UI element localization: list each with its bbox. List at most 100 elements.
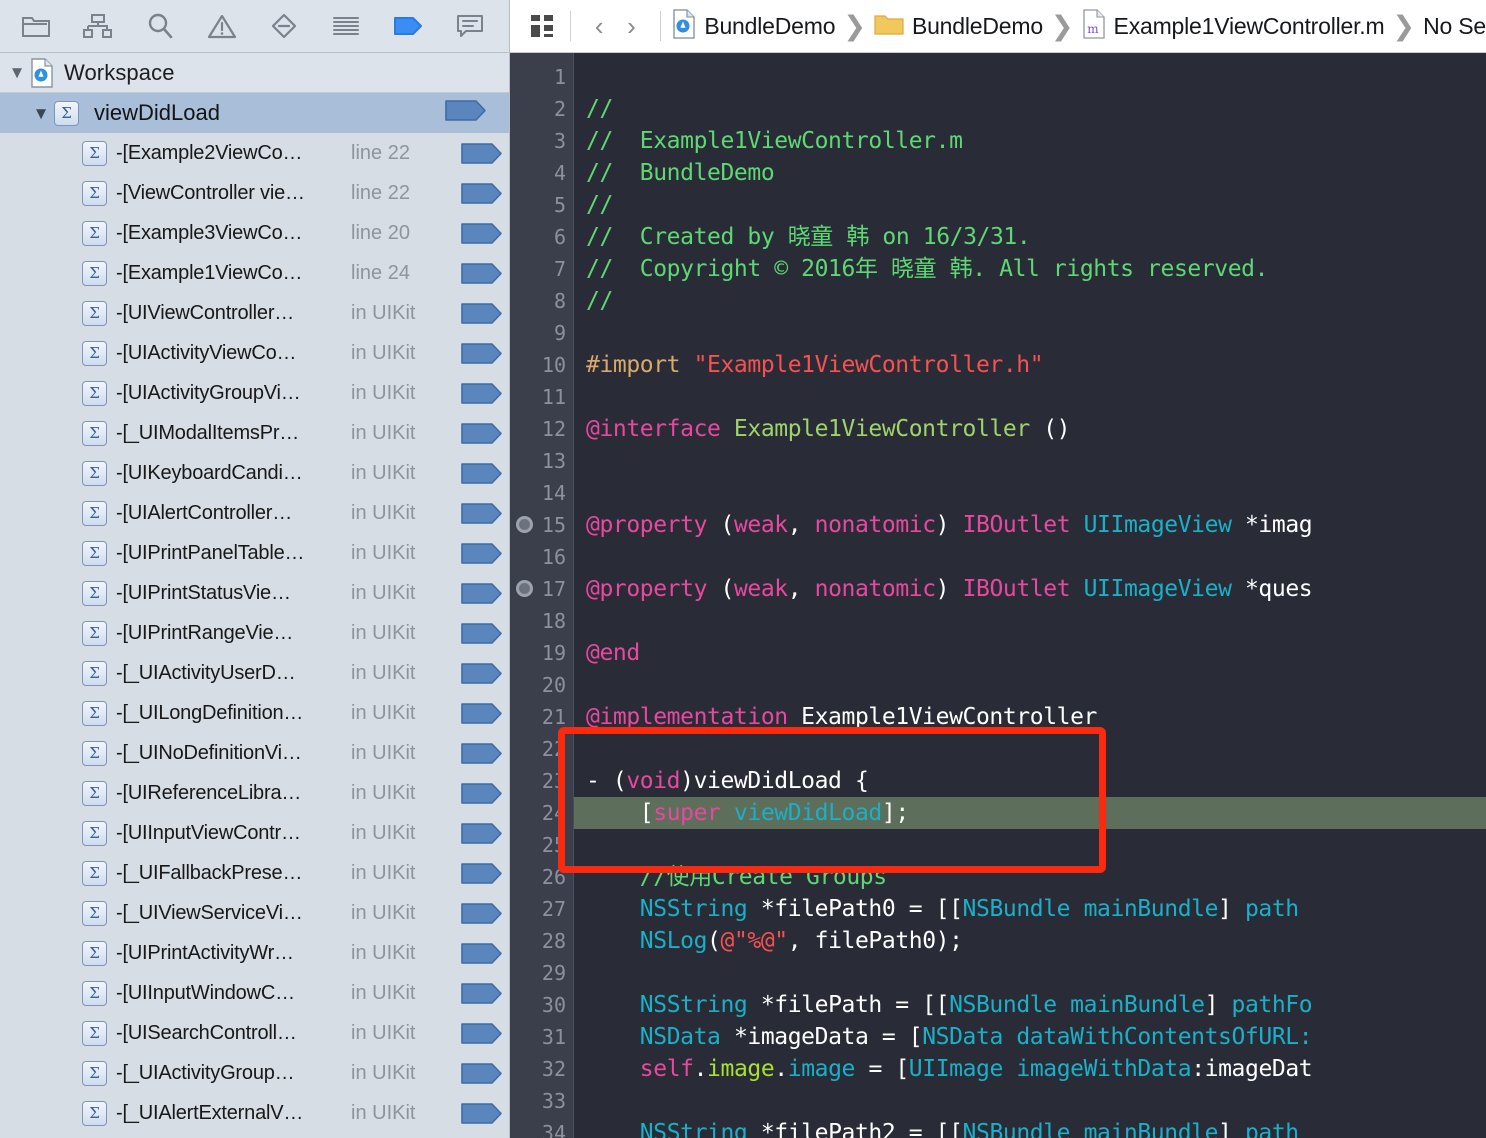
line-number[interactable]: 6 bbox=[510, 221, 574, 253]
line-number[interactable]: 9 bbox=[510, 317, 574, 349]
code-line[interactable]: // Example1ViewController.m bbox=[574, 125, 1486, 157]
workspace-disclosure-triangle[interactable]: ▼ bbox=[4, 64, 30, 81]
stack-frame-row[interactable]: Σ -[Example1ViewCo… line 24 bbox=[0, 253, 509, 293]
related-files-icon[interactable] bbox=[526, 6, 558, 46]
breakpoint-icon[interactable] bbox=[516, 580, 533, 597]
line-number[interactable]: 25 bbox=[510, 829, 574, 861]
thread-row-selected[interactable]: ▼ Σ viewDidLoad bbox=[0, 93, 509, 133]
breakpoint-icon[interactable] bbox=[516, 516, 533, 533]
code-line[interactable]: NSString *filePath0 = [[NSBundle mainBun… bbox=[574, 893, 1486, 925]
stack-frame-row[interactable]: Σ -[ViewController vie… line 22 bbox=[0, 173, 509, 213]
code-line[interactable] bbox=[574, 381, 1486, 413]
back-button[interactable]: ‹ bbox=[583, 6, 615, 46]
code-line[interactable]: @property (weak, nonatomic) IBOutlet UII… bbox=[574, 573, 1486, 605]
forward-button[interactable]: › bbox=[615, 6, 647, 46]
stack-frame-row[interactable]: Σ -[UIReferenceLibra… in UIKit bbox=[0, 773, 509, 813]
debug-navigator-list[interactable]: ▼ Workspace ▼ Σ viewDidLoad Σ -[Example2V… bbox=[0, 53, 509, 1138]
minus-diamond-icon[interactable] bbox=[266, 9, 302, 43]
report-icon[interactable] bbox=[452, 9, 488, 43]
line-number[interactable]: 1 bbox=[510, 61, 574, 93]
stack-frame-row[interactable]: Σ -[_UINoDefinitionVi… in UIKit bbox=[0, 733, 509, 773]
folder-icon[interactable] bbox=[18, 9, 54, 43]
stack-frame-row[interactable]: Σ -[UIInputWindowC… in UIKit bbox=[0, 973, 509, 1013]
line-number[interactable]: 28 bbox=[510, 925, 574, 957]
line-number[interactable]: 19 bbox=[510, 637, 574, 669]
line-number[interactable]: 11 bbox=[510, 381, 574, 413]
stack-frame-row[interactable]: Σ -[UIPrintStatusVie… in UIKit bbox=[0, 573, 509, 613]
line-number[interactable]: 4 bbox=[510, 157, 574, 189]
source-editor[interactable]: 1 2 3 4 5 6 7 8 9 10 11 12 13 14 15 16 17 18 19 20 21 22 23 24 2… bbox=[510, 53, 1486, 1138]
line-number[interactable]: 31 bbox=[510, 1021, 574, 1053]
breakpoint-icon[interactable] bbox=[390, 9, 426, 43]
hierarchy-icon[interactable] bbox=[80, 9, 116, 43]
stack-frame-row[interactable]: Σ -[Example3ViewCo… line 20 bbox=[0, 213, 509, 253]
code-line[interactable]: NSData *imageData = [NSData dataWithCont… bbox=[574, 1021, 1486, 1053]
breadcrumb[interactable]: ‹ › BundleDemo ❯ BundleDemo ❯ m Example1… bbox=[510, 0, 1486, 53]
code-line[interactable] bbox=[574, 1085, 1486, 1117]
stack-frame-row[interactable]: Σ -[_UIModalItemsPr… in UIKit bbox=[0, 413, 509, 453]
stack-frame-row[interactable]: Σ -[UIViewController… in UIKit bbox=[0, 293, 509, 333]
breadcrumb-item-group[interactable]: BundleDemo bbox=[874, 12, 1043, 41]
line-number[interactable]: 5 bbox=[510, 189, 574, 221]
code-line[interactable]: @implementation Example1ViewController bbox=[574, 701, 1486, 733]
code-line[interactable] bbox=[574, 477, 1486, 509]
debug-list-icon[interactable] bbox=[328, 9, 364, 43]
code-line[interactable]: // bbox=[574, 285, 1486, 317]
line-number[interactable]: 21 bbox=[510, 701, 574, 733]
code-line[interactable]: NSString *filePath2 = [[NSBundle mainBun… bbox=[574, 1117, 1486, 1138]
code-line[interactable]: // Created by 晓童 韩 on 16/3/31. bbox=[574, 221, 1486, 253]
code-line[interactable]: // Copyright © 2016年 晓童 韩. All rights re… bbox=[574, 253, 1486, 285]
line-number[interactable]: 8 bbox=[510, 285, 574, 317]
line-number-gutter[interactable]: 1 2 3 4 5 6 7 8 9 10 11 12 13 14 15 16 17 18 19 20 21 22 23 24 2… bbox=[510, 53, 574, 1138]
code-line[interactable] bbox=[574, 829, 1486, 861]
code-text[interactable]: // // Example1ViewController.m // BundleDe… bbox=[574, 53, 1486, 1138]
line-number[interactable]: 34 bbox=[510, 1117, 574, 1138]
line-number[interactable]: 16 bbox=[510, 541, 574, 573]
code-line[interactable]: [super viewDidLoad]; bbox=[574, 797, 1486, 829]
line-number[interactable]: 27 bbox=[510, 893, 574, 925]
stack-frame-list[interactable]: Σ -[Example2ViewCo… line 22 Σ -[ViewControll… bbox=[0, 133, 509, 1133]
line-number[interactable]: 12 bbox=[510, 413, 574, 445]
stack-frame-row[interactable]: Σ -[UIPrintPanelTable… in UIKit bbox=[0, 533, 509, 573]
stack-frame-row[interactable]: Σ -[UIInputViewContr… in UIKit bbox=[0, 813, 509, 853]
code-line[interactable]: NSLog(@"%@", filePath0); bbox=[574, 925, 1486, 957]
warning-icon[interactable] bbox=[204, 9, 240, 43]
line-number[interactable]: 13 bbox=[510, 445, 574, 477]
code-line[interactable]: self.image.image = [UIImage imageWithDat… bbox=[574, 1053, 1486, 1085]
stack-frame-row[interactable]: Σ -[_UIFallbackPrese… in UIKit bbox=[0, 853, 509, 893]
code-line[interactable] bbox=[574, 445, 1486, 477]
line-number[interactable]: 22 bbox=[510, 733, 574, 765]
code-line[interactable]: #import "Example1ViewController.h" bbox=[574, 349, 1486, 381]
line-number[interactable]: 30 bbox=[510, 989, 574, 1021]
stack-frame-row[interactable]: Σ -[UISearchControll… in UIKit bbox=[0, 1013, 509, 1053]
breadcrumb-item-file[interactable]: m Example1ViewController.m bbox=[1082, 8, 1385, 44]
workspace-row[interactable]: ▼ Workspace bbox=[0, 53, 509, 93]
thread-disclosure-triangle[interactable]: ▼ bbox=[28, 105, 54, 122]
line-number[interactable]: 15 bbox=[510, 509, 574, 541]
stack-frame-row[interactable]: Σ -[UIAlertController… in UIKit bbox=[0, 493, 509, 533]
line-number[interactable]: 29 bbox=[510, 957, 574, 989]
stack-frame-row[interactable]: Σ -[UIKeyboardCandi… in UIKit bbox=[0, 453, 509, 493]
line-number[interactable]: 14 bbox=[510, 477, 574, 509]
code-line[interactable] bbox=[574, 605, 1486, 637]
breadcrumb-item-project[interactable]: BundleDemo bbox=[672, 8, 836, 44]
line-number[interactable]: 18 bbox=[510, 605, 574, 637]
line-number[interactable]: 10 bbox=[510, 349, 574, 381]
stack-frame-row[interactable]: Σ -[Example2ViewCo… line 22 bbox=[0, 133, 509, 173]
stack-frame-row[interactable]: Σ -[_UIActivityUserD… in UIKit bbox=[0, 653, 509, 693]
stack-frame-row[interactable]: Σ -[UIPrintRangeVie… in UIKit bbox=[0, 613, 509, 653]
code-line[interactable] bbox=[574, 669, 1486, 701]
line-number[interactable]: 32 bbox=[510, 1053, 574, 1085]
code-line[interactable] bbox=[574, 541, 1486, 573]
code-line[interactable]: @interface Example1ViewController () bbox=[574, 413, 1486, 445]
line-number[interactable]: 33 bbox=[510, 1085, 574, 1117]
stack-frame-row[interactable]: Σ -[_UIAlertExternalV… in UIKit bbox=[0, 1093, 509, 1133]
code-line[interactable]: - (void)viewDidLoad { bbox=[574, 765, 1486, 797]
line-number[interactable]: 7 bbox=[510, 253, 574, 285]
stack-frame-row[interactable]: Σ -[UIPrintActivityWr… in UIKit bbox=[0, 933, 509, 973]
search-icon[interactable] bbox=[142, 9, 178, 43]
line-number[interactable]: 20 bbox=[510, 669, 574, 701]
code-line[interactable]: // bbox=[574, 93, 1486, 125]
stack-frame-row[interactable]: Σ -[_UIViewServiceVi… in UIKit bbox=[0, 893, 509, 933]
code-line[interactable] bbox=[574, 957, 1486, 989]
